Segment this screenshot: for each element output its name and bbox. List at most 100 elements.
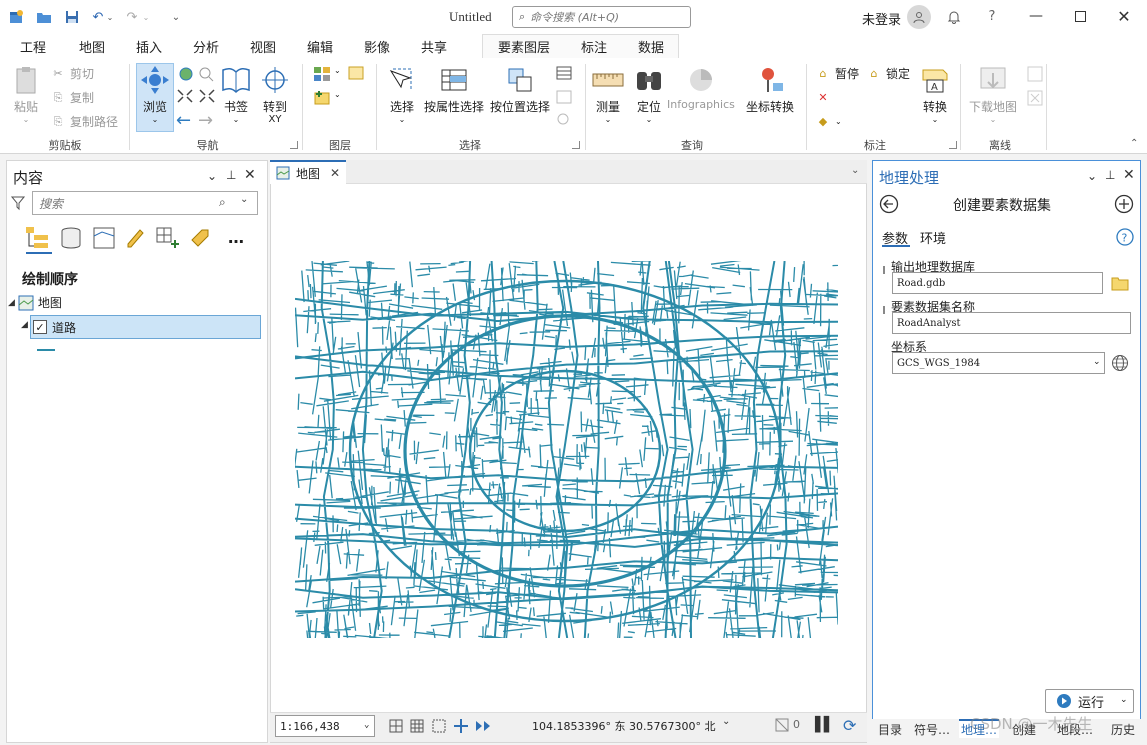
tab-view[interactable]: 视图	[250, 37, 276, 56]
paste-button[interactable]: 粘贴 ⌄	[10, 64, 42, 124]
pane-options-dropdown-icon[interactable]: ⌄	[207, 169, 217, 183]
tab-insert[interactable]: 插入	[136, 37, 162, 56]
dock-tab-symbology[interactable]: 符号…	[914, 721, 950, 738]
time-slider-icon[interactable]	[475, 718, 491, 737]
browse-folder-icon[interactable]	[1111, 275, 1129, 294]
sync-icon[interactable]	[1027, 66, 1043, 85]
list-by-selection-icon[interactable]	[92, 226, 116, 253]
tab-share[interactable]: 共享	[421, 37, 447, 56]
expand-arrow-icon[interactable]: ◢	[8, 298, 15, 308]
goto-xy-button[interactable]: 转到 XY	[259, 64, 291, 125]
login-status[interactable]: 未登录	[862, 9, 901, 28]
select-button[interactable]: 选择 ⌄	[386, 64, 418, 124]
tab-analysis[interactable]: 分析	[193, 37, 219, 56]
collapse-ribbon-icon[interactable]: ⌃	[1130, 138, 1138, 149]
new-project-icon[interactable]	[6, 7, 26, 27]
bookmarks-button[interactable]: 书签 ⌄	[220, 64, 252, 124]
tab-map[interactable]: 地图	[79, 37, 106, 61]
labeling-launcher-icon[interactable]	[949, 141, 957, 149]
select-by-attributes-button[interactable]: 按属性选择	[424, 64, 484, 115]
coordinate-conversion-button[interactable]: 坐标转换	[746, 64, 794, 115]
measure-button[interactable]: 测量 ⌄	[592, 64, 624, 124]
tab-labeling[interactable]: 标注	[581, 37, 607, 56]
copy-button[interactable]: ⎘ 复制	[50, 89, 94, 106]
map-view-tab[interactable]: 地图 ✕	[270, 160, 346, 184]
customize-toolbar-icon[interactable]: ⌄	[166, 7, 186, 27]
save-project-icon[interactable]	[62, 7, 82, 27]
layer-tree-node[interactable]: ◢ ✓ 道路	[21, 315, 261, 339]
minimize-button[interactable]: —	[1022, 4, 1050, 28]
list-by-editing-icon[interactable]	[124, 226, 146, 251]
output-gdb-input[interactable]: Road.gdb	[892, 272, 1103, 294]
convert-labels-button[interactable]: A 转换 ⌄	[919, 64, 951, 124]
clear-selection-icon[interactable]	[556, 90, 572, 107]
fixed-zoom-icon[interactable]	[198, 66, 214, 85]
zoom-in-fixed-icon[interactable]	[176, 88, 194, 107]
navigate-launcher-icon[interactable]	[290, 141, 298, 149]
avatar[interactable]	[907, 5, 931, 29]
list-by-snapping-icon[interactable]	[155, 226, 181, 253]
add-preset-icon[interactable]	[348, 66, 364, 83]
close-pane-icon[interactable]: ✕	[244, 167, 256, 183]
redo-icon[interactable]: ↷	[122, 7, 142, 27]
previous-extent-icon[interactable]: ←	[176, 110, 191, 131]
pause-labeling-button[interactable]: ⌂ 暂停	[815, 65, 860, 82]
tab-project[interactable]: 工程	[20, 37, 46, 56]
list-by-source-icon[interactable]	[59, 226, 83, 253]
pin-icon[interactable]: ⊥	[226, 168, 236, 182]
label-options-button[interactable]: ◆ ⌄	[815, 113, 842, 129]
tab-list-dropdown-icon[interactable]: ⌄	[851, 165, 859, 176]
map-canvas[interactable]	[295, 261, 838, 638]
zoom-out-fixed-icon[interactable]	[198, 88, 216, 107]
list-by-drawing-order-icon[interactable]	[25, 226, 51, 253]
open-project-icon[interactable]	[34, 7, 54, 27]
dock-tab-history[interactable]: 历史	[1111, 721, 1135, 738]
tab-feature-layer[interactable]: 要素图层	[498, 37, 550, 56]
close-pane-icon[interactable]: ✕	[1123, 167, 1135, 183]
command-search[interactable]: ⌕ 命令搜索 (Alt+Q)	[512, 6, 691, 28]
refresh-icon[interactable]: ⟳	[843, 716, 856, 735]
undo-dropdown-icon[interactable]: ⌄	[104, 7, 116, 27]
grid-icon[interactable]	[409, 718, 425, 737]
download-map-button[interactable]: 下载地图 ⌄	[969, 64, 1017, 124]
tab-imagery[interactable]: 影像	[364, 37, 390, 56]
list-by-labeling-icon[interactable]	[188, 226, 212, 253]
close-window-button[interactable]: ✕	[1110, 4, 1138, 28]
locate-button[interactable]: 定位 ⌄	[633, 64, 665, 124]
copy-path-button[interactable]: ⎘ 复制路径	[50, 113, 118, 130]
run-button[interactable]: 运行 ⌄	[1045, 689, 1134, 713]
remove-offline-icon[interactable]	[1027, 90, 1043, 109]
tab-environments[interactable]: 环境	[920, 228, 946, 247]
constraints-icon[interactable]	[431, 718, 447, 737]
tool-help-icon[interactable]: ?	[1116, 228, 1134, 249]
coordinate-format-dropdown-icon[interactable]: ⌄	[722, 716, 730, 727]
cut-button[interactable]: ✂ 剪切	[50, 65, 94, 82]
infographics-button[interactable]: Infographics	[667, 64, 735, 111]
dock-tab-catalog[interactable]: 目录	[878, 721, 902, 738]
coordinate-system-select[interactable]: GCS_WGS_1984 ⌄	[892, 352, 1105, 374]
globe-icon[interactable]	[1111, 354, 1129, 375]
notification-bell-icon[interactable]	[940, 4, 968, 28]
select-by-location-button[interactable]: 按位置选择	[490, 64, 550, 115]
back-icon[interactable]	[879, 194, 899, 217]
filter-icon[interactable]	[10, 195, 26, 214]
snapping-icon[interactable]	[388, 718, 404, 737]
pane-options-dropdown-icon[interactable]: ⌄	[1087, 169, 1097, 183]
full-extent-icon[interactable]	[178, 66, 194, 85]
lock-labeling-button[interactable]: ⌂ 锁定	[866, 65, 911, 82]
basemap-icon[interactable]	[313, 66, 333, 85]
more-options-icon[interactable]: …	[228, 228, 244, 247]
selection-launcher-icon[interactable]	[572, 141, 580, 149]
correction-icon[interactable]	[453, 718, 469, 737]
maximize-button[interactable]	[1066, 4, 1094, 28]
add-data-icon[interactable]	[313, 90, 331, 109]
attributes-icon[interactable]	[556, 66, 572, 83]
pause-drawing-icon[interactable]: ▌▌	[815, 717, 834, 733]
add-tool-icon[interactable]	[1114, 194, 1134, 217]
next-extent-icon[interactable]: →	[198, 110, 213, 131]
expand-arrow-icon[interactable]: ◢	[21, 320, 28, 330]
close-tab-icon[interactable]: ✕	[330, 166, 340, 180]
explore-button[interactable]: 浏览 ⌄	[139, 64, 171, 124]
dataset-name-input[interactable]: RoadAnalyst	[892, 312, 1131, 334]
pin-icon[interactable]: ⊥	[1105, 168, 1115, 182]
